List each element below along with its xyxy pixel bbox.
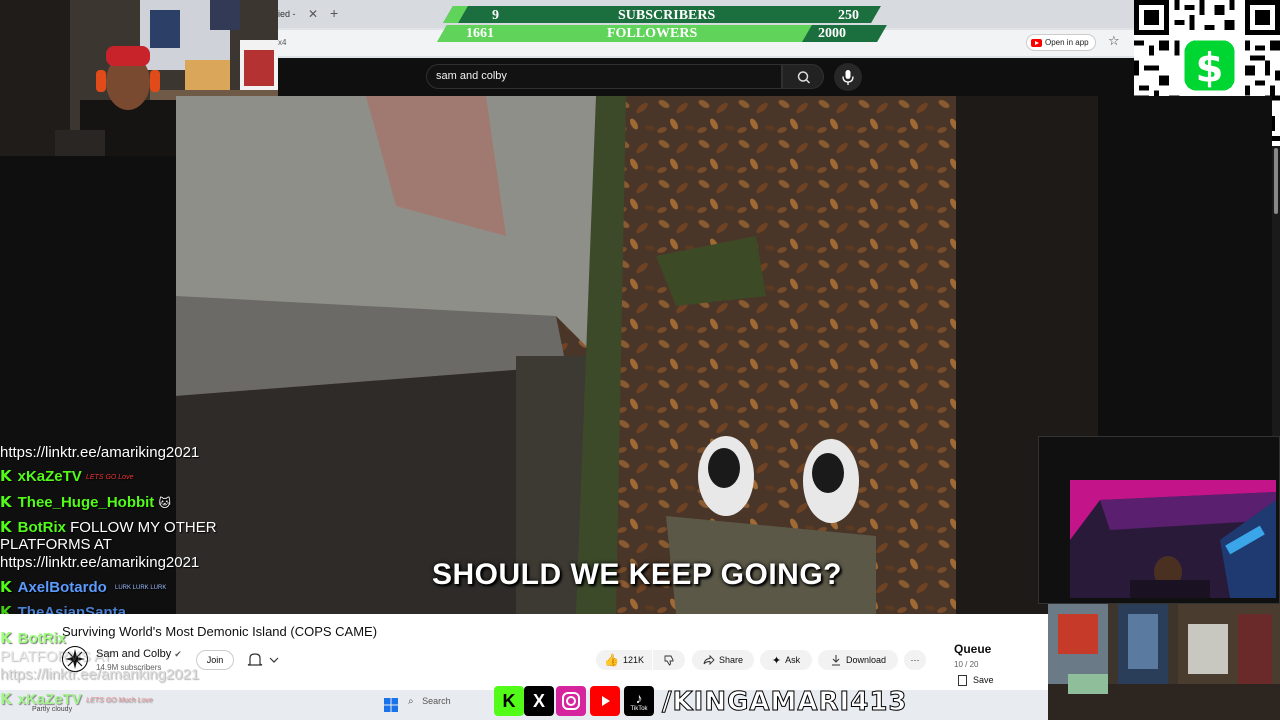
- chat-message: FOLLOW MY OTHER: [70, 519, 217, 536]
- chat-message: PLATFORMS AT: [0, 648, 112, 665]
- download-label: Download: [845, 655, 887, 665]
- download-icon: [831, 655, 840, 666]
- room-webcam: [1048, 604, 1280, 720]
- kick-icon: K: [0, 518, 12, 536]
- scrollbar-thumb[interactable]: [1274, 148, 1278, 214]
- chat-line: K Thee_Huge_Hobbit 🐱: [0, 493, 171, 511]
- chat-line: K AxelBotardo LURK LURK LURK: [0, 578, 166, 596]
- chat-emote: LURK LURK LURK: [114, 585, 167, 592]
- share-button[interactable]: Share: [692, 650, 754, 670]
- goal-overlay: 9 SUBSCRIBERS 250 1661 FOLLOWERS 2000: [436, 4, 900, 44]
- subscribers-label: SUBSCRIBERS: [618, 8, 716, 23]
- bookmark-star-icon[interactable]: ☆: [1108, 33, 1120, 49]
- followers-count: 1661: [466, 26, 494, 41]
- guest-webcam: [1070, 480, 1276, 598]
- chat-line: K BotRix FOLLOW MY OTHER: [0, 518, 217, 536]
- youtube-icon: [590, 686, 620, 716]
- share-label: Share: [718, 655, 744, 665]
- chat-line: https://linktr.ee/amariking2021: [0, 554, 199, 571]
- video-frame: [176, 96, 1098, 614]
- chat-username: xKaZeTV: [17, 691, 82, 708]
- queue-count: 10 / 20: [954, 660, 979, 669]
- x-icon: X: [524, 686, 554, 716]
- download-button[interactable]: Download: [818, 650, 898, 670]
- chat-line: KxKaZeTV LETS GO Much Love: [0, 690, 153, 708]
- tab-close-icon[interactable]: ✕: [308, 7, 318, 21]
- chat-message: https://linktr.ee/amariking2021: [0, 554, 200, 571]
- streamer-handle: /KINGAMARI413: [662, 687, 908, 718]
- video-player[interactable]: [176, 96, 1098, 614]
- chat-line: K BotRix: [0, 629, 66, 647]
- kick-icon: K: [0, 467, 12, 485]
- voice-search-button[interactable]: [834, 63, 862, 91]
- svg-text:$: $: [1196, 46, 1224, 92]
- sparkle-icon: ✦: [771, 654, 782, 667]
- chat-line: KxKaZeTV LETS GO Love: [0, 467, 133, 485]
- chat-message: PLATFORMS AT: [0, 536, 112, 553]
- kick-icon: K: [0, 578, 12, 596]
- tiktok-label: TikTok: [630, 706, 648, 712]
- chat-emote: LETS GO Much Love: [86, 696, 153, 704]
- chat-line: https://linktr.ee/amariking2021: [0, 666, 199, 683]
- search-icon: ⌕: [408, 696, 414, 707]
- ask-label: Ask: [785, 655, 801, 665]
- video-title: Surviving World's Most Demonic Island (C…: [62, 624, 378, 639]
- search-input-value[interactable]: sam and colby: [436, 70, 507, 82]
- tab-title: ied -: [278, 9, 296, 19]
- thumbs-up-icon: 👍: [604, 653, 619, 667]
- windows-start-icon[interactable]: [384, 698, 398, 712]
- taskbar-search[interactable]: ⌕ Search: [408, 696, 488, 714]
- chat-username: xKaZeTV: [17, 468, 82, 485]
- chat-message: https://linktr.ee/amariking2021: [0, 444, 200, 461]
- kick-icon: K: [0, 629, 12, 647]
- open-in-app-button[interactable]: Open in app: [1026, 34, 1096, 51]
- like-count: 121K: [622, 655, 644, 665]
- new-tab-button[interactable]: +: [330, 5, 338, 21]
- notification-bell-button[interactable]: [240, 650, 288, 670]
- search-icon: [797, 71, 811, 84]
- search-button[interactable]: [782, 64, 824, 89]
- queue-title: Queue: [954, 642, 992, 656]
- more-actions-button[interactable]: ···: [904, 650, 926, 670]
- chat-username: Thee_Huge_Hobbit: [17, 494, 155, 511]
- bell-icon: [247, 653, 279, 666]
- taskbar-search-label: Search: [422, 696, 451, 706]
- like-button[interactable]: 👍 121K: [596, 650, 652, 670]
- followers-label: FOLLOWERS: [607, 26, 698, 41]
- chat-emote: 🐱: [158, 496, 171, 510]
- tiktok-icon: ♪ TikTok: [624, 686, 654, 716]
- kick-icon: K: [494, 686, 524, 716]
- queue-save-button[interactable]: Save: [958, 675, 994, 687]
- bookmark-icon: [958, 675, 967, 687]
- dislike-button[interactable]: [653, 650, 685, 670]
- chat-line: PLATFORMS AT: [0, 536, 112, 553]
- chat-username: BotRix: [17, 519, 66, 536]
- chat-username: AxelBotardo: [17, 579, 107, 596]
- browser-tab[interactable]: ied - ✕: [278, 4, 328, 26]
- verified-icon: ✔: [174, 649, 182, 659]
- subscribers-count: 9: [492, 8, 499, 23]
- subscribers-goal: 250: [838, 8, 859, 23]
- chat-username: BotRix: [17, 630, 66, 647]
- address-text: x4: [278, 38, 287, 47]
- followers-goal: 2000: [818, 26, 846, 41]
- youtube-icon: [1031, 38, 1042, 47]
- ask-button[interactable]: ✦ Ask: [760, 650, 812, 670]
- save-label: Save: [973, 675, 994, 685]
- chat-message: https://linktr.ee/amariking2021: [0, 666, 200, 683]
- chat-line: PLATFORMS AT: [0, 648, 112, 665]
- chat-line: https://linktr.ee/amariking2021: [0, 444, 199, 461]
- microphone-icon: [842, 70, 854, 85]
- video-caption: SHOULD WE KEEP GOING?: [432, 558, 842, 591]
- instagram-icon: [556, 686, 586, 716]
- chat-emote: LETS GO Love: [86, 473, 134, 481]
- thumbs-down-icon: [664, 655, 674, 666]
- open-in-app-label: Open in app: [1045, 38, 1089, 47]
- join-button[interactable]: Join: [196, 650, 234, 670]
- kick-icon: K: [0, 493, 12, 511]
- share-icon: [703, 654, 715, 666]
- kick-icon: K: [0, 690, 12, 708]
